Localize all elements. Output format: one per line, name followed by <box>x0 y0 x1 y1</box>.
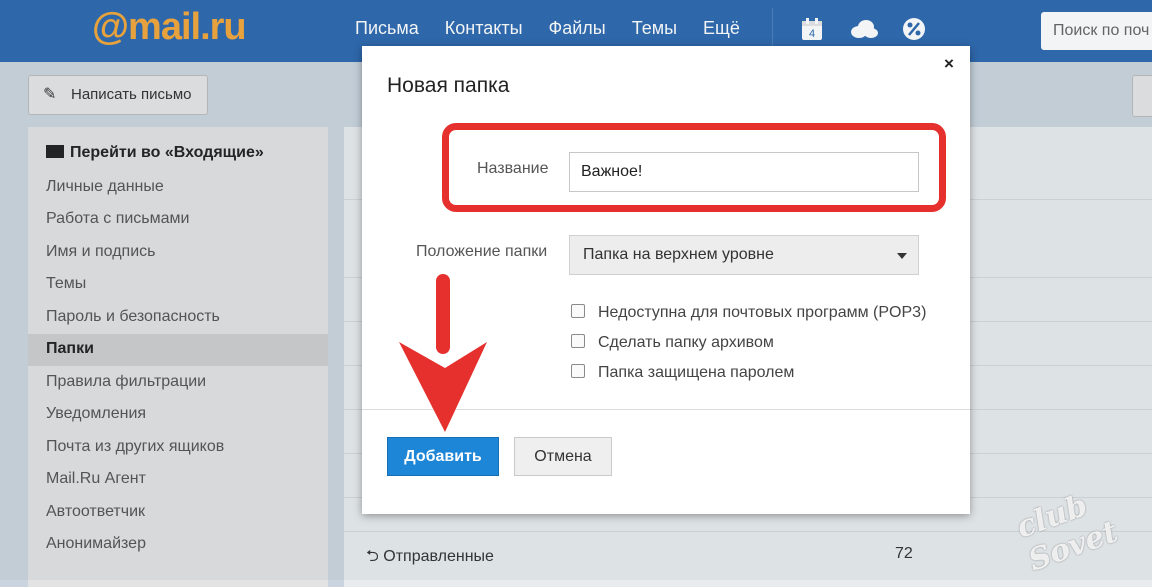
cancel-button[interactable]: Отмена <box>514 437 612 476</box>
position-label: Положение папки <box>416 243 548 260</box>
position-selected-value: Папка на верхнем уровне <box>583 246 774 263</box>
checkbox-password[interactable] <box>571 364 585 378</box>
red-highlight-frame <box>442 123 946 212</box>
checkbox-row-archive[interactable]: Сделать папку архивом <box>571 334 774 352</box>
checkbox-archive[interactable] <box>571 334 585 348</box>
dialog-title: Новая папка <box>387 74 510 97</box>
checkbox-row-password[interactable]: Папка защищена паролем <box>571 364 794 382</box>
checkbox-row-pop3[interactable]: Недоступна для почтовых программ (POP3) <box>571 304 926 322</box>
chevron-down-icon <box>897 253 907 259</box>
folder-position-select[interactable]: Папка на верхнем уровне <box>569 235 919 275</box>
close-icon[interactable]: × <box>944 54 954 74</box>
checkbox-pop3[interactable] <box>571 304 585 318</box>
checkbox-archive-label: Сделать папку архивом <box>598 334 774 351</box>
checkbox-pop3-label: Недоступна для почтовых программ (POP3) <box>598 304 927 321</box>
add-button[interactable]: Добавить <box>387 437 499 476</box>
red-arrow-icon <box>399 274 487 432</box>
checkbox-password-label: Папка защищена паролем <box>598 364 795 381</box>
